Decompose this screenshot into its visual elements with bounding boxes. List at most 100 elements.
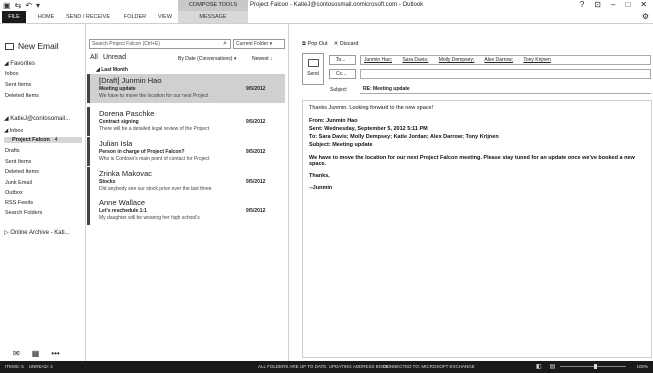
tab-view[interactable]: VIEW: [153, 11, 177, 23]
pop-out-button[interactable]: ⧉ Pop Out: [302, 41, 328, 48]
message-item[interactable]: Dorena Paschke Contract signing There wi…: [87, 107, 285, 136]
send-label: Send: [307, 71, 319, 77]
message-body-editor[interactable]: Thanks Junmin. Looking forward to the ne…: [302, 100, 652, 358]
group-header-last-month[interactable]: ◢ Last Month: [96, 67, 128, 73]
zoom-slider[interactable]: [560, 366, 626, 367]
ribbon-display-icon[interactable]: ⊡: [594, 0, 601, 9]
compose-tools-label: COMPOSE TOOLS: [178, 0, 248, 11]
outbox-folder[interactable]: Outbox: [5, 190, 23, 196]
help-icon[interactable]: ?: [580, 0, 584, 9]
favorites-header[interactable]: ◢ Favorites: [4, 60, 35, 67]
send-button[interactable]: Send: [302, 53, 324, 85]
list-filters: All Unread By Date (Conversations) ▾ New…: [90, 54, 286, 63]
cc-button[interactable]: Cc...: [329, 69, 356, 79]
zoom-slider-thumb[interactable]: [594, 364, 597, 369]
message-item[interactable]: Anne Wallace Let's reschedule 1:1 My dau…: [87, 196, 285, 225]
sent-items-folder[interactable]: Sent Items: [5, 159, 31, 165]
more-arrow-icon[interactable]: ▾: [36, 1, 40, 10]
new-email-icon: [5, 42, 14, 50]
subject-label: Subject: [330, 87, 347, 93]
subject-field[interactable]: RE: Meeting update: [360, 85, 651, 94]
message-preview: Did anybody see our stock price over the…: [99, 186, 212, 192]
send-icon: [308, 59, 319, 67]
fav-sent-items[interactable]: Sent Items: [5, 82, 31, 88]
maximize-icon[interactable]: □: [625, 0, 630, 9]
search-input[interactable]: Search Project Falcon (Ctrl+E) ⌕: [89, 39, 231, 49]
tab-message[interactable]: MESSAGE: [178, 11, 248, 23]
normal-view-icon[interactable]: ◧: [536, 361, 542, 373]
message-item[interactable]: [Draft] Junmin Hao Meeting update We hav…: [87, 74, 285, 103]
message-from: [Draft] Junmin Hao: [99, 76, 162, 85]
quick-access-toolbar: ▣ ⇆ ↶ ▾: [3, 1, 40, 10]
folder-label: Project Falcon: [12, 137, 50, 143]
pop-out-label: Pop Out: [307, 41, 328, 47]
message-subject: Person in charge of Project Falcon?: [99, 149, 185, 155]
discard-icon: ✕: [333, 41, 339, 47]
quoted-sent: Sent: Wednesday, September 5, 2012 5:11 …: [309, 126, 428, 132]
tab-send-receive[interactable]: SEND / RECEIVE: [62, 11, 114, 23]
recipient[interactable]: Alex Darrow;: [484, 57, 513, 63]
new-email-button[interactable]: New Email: [5, 41, 59, 51]
search-scope-dropdown[interactable]: Current Folder ▾: [233, 39, 285, 49]
more-icon[interactable]: •••: [51, 349, 59, 358]
recipient[interactable]: Sara Davis;: [402, 57, 428, 63]
deleted-items-folder[interactable]: Deleted Items: [5, 169, 39, 175]
settings-icon[interactable]: ⚙: [642, 12, 649, 21]
sort-by-dropdown[interactable]: By Date (Conversations) ▾: [178, 56, 236, 62]
to-button[interactable]: To...: [329, 55, 356, 65]
zoom-level[interactable]: 100%: [636, 361, 648, 373]
recipient[interactable]: Tony Krijnen: [523, 57, 551, 63]
account-header[interactable]: ◢ KatieJ@contosomail...: [4, 115, 70, 122]
mail-icon[interactable]: ✉: [13, 349, 20, 358]
message-subject: Meeting update: [99, 86, 136, 92]
discard-button[interactable]: ✕ Discard: [334, 41, 359, 48]
message-from: Zrinka Makovac: [99, 169, 152, 178]
filter-all[interactable]: All: [90, 54, 98, 61]
unread-count: 4: [54, 137, 58, 143]
message-date: 9/5/2012: [246, 86, 266, 92]
view-buttons: ◧ ▤: [536, 361, 555, 373]
message-subject: Stocks: [99, 179, 116, 185]
unread-total: UNREAD: 4: [28, 364, 53, 369]
sync-status: ALL FOLDERS ARE UP TO DATE. UPDATING ADD…: [258, 364, 390, 369]
tab-file[interactable]: FILE: [2, 11, 26, 23]
reading-view-icon[interactable]: ▤: [550, 361, 556, 373]
quoted-signature: --Junmin: [309, 185, 333, 191]
message-item[interactable]: Julian Isla Person in charge of Project …: [87, 137, 285, 166]
search-icon[interactable]: ⌕: [223, 40, 227, 48]
recipient[interactable]: Junmin Hao;: [364, 57, 392, 63]
fav-deleted-items[interactable]: Deleted Items: [5, 93, 39, 99]
cc-field[interactable]: [360, 69, 651, 79]
tab-home[interactable]: HOME: [33, 11, 59, 23]
tab-folder[interactable]: FOLDER: [120, 11, 150, 23]
folder-pane: New Email ◢ Favorites Inbox Sent Items D…: [0, 24, 86, 361]
inbox-folder[interactable]: ◢ Inbox: [4, 128, 23, 134]
online-archive-folder[interactable]: ▷ Online Archive - Kati...: [4, 229, 70, 236]
close-icon[interactable]: ✕: [640, 0, 647, 9]
junk-email-folder[interactable]: Junk Email: [5, 180, 32, 186]
reply-actions: ⧉ Pop Out ✕ Discard: [302, 41, 358, 48]
window-controls: ? ⊡ – □ ✕: [580, 0, 647, 9]
quoted-from: From: Junmin Hao: [309, 118, 358, 124]
minimize-icon[interactable]: –: [611, 0, 615, 9]
rss-feeds-folder[interactable]: RSS Feeds: [5, 200, 33, 206]
fav-inbox[interactable]: Inbox: [5, 71, 18, 77]
message-subject: Contract signing: [99, 119, 139, 125]
send-receive-icon[interactable]: ⇆: [15, 1, 22, 10]
search-folders-folder[interactable]: Search Folders: [5, 210, 42, 216]
calendar-icon[interactable]: ▦: [32, 349, 40, 358]
message-date: 9/5/2012: [246, 119, 266, 125]
filter-unread[interactable]: Unread: [103, 54, 126, 61]
message-item[interactable]: Zrinka Makovac Stocks Did anybody see ou…: [87, 167, 285, 196]
status-bar: ITEMS: 5 UNREAD: 4 ALL FOLDERS ARE UP TO…: [0, 361, 653, 373]
message-date: 9/5/2012: [246, 149, 266, 155]
project-falcon-folder[interactable]: Project Falcon 4: [4, 137, 82, 143]
recipient[interactable]: Molly Dempsey;: [439, 57, 475, 63]
drafts-folder[interactable]: Drafts: [5, 148, 20, 154]
to-field[interactable]: Junmin Hao; Sara Davis; Molly Dempsey; A…: [360, 55, 651, 65]
undo-icon[interactable]: ↶: [25, 1, 32, 10]
connection-status: CONNECTED TO: MICROSOFT EXCHANGE: [383, 364, 475, 369]
message-preview: We have to move the location for our nex…: [99, 93, 209, 99]
message-date: 9/5/2012: [246, 208, 266, 214]
sort-order-toggle[interactable]: Newest ↓: [252, 56, 273, 62]
